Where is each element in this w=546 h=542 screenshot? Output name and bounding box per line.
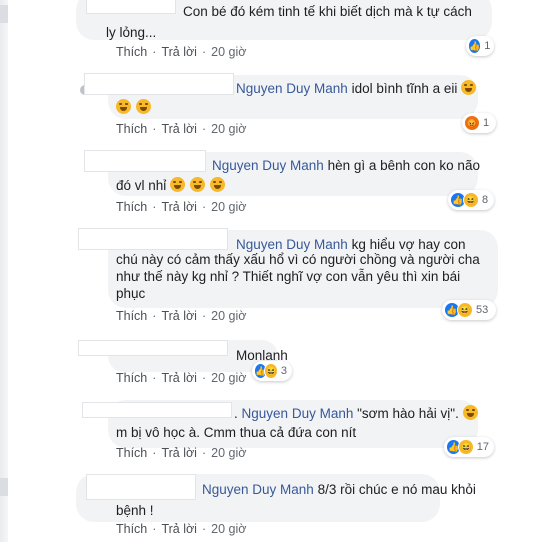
- timestamp[interactable]: 20 giờ: [211, 45, 246, 59]
- commenter-name[interactable]: Nguyen Duy Manh: [236, 81, 348, 96]
- comment-actions: Thích · Trả lời · 20 giờ: [116, 371, 247, 385]
- comment-actions: Thích · Trả lời · 20 giờ: [116, 309, 247, 323]
- laughing-emoji: [461, 80, 477, 95]
- commenter-name[interactable]: Nguyen Duy Manh: [202, 482, 314, 497]
- like-link[interactable]: Thích: [116, 309, 147, 323]
- haha-icon: 😆: [463, 192, 479, 208]
- reply-link[interactable]: Trả lời: [161, 446, 197, 460]
- like-link[interactable]: Thích: [116, 371, 147, 385]
- redacted-name: [86, 474, 196, 500]
- comment-text-line: "sơm hào hải vị".: [357, 406, 459, 421]
- comment-bubble: Nguyen Duy Manh 8/3 rồi chúc e nó mau kh…: [76, 474, 476, 522]
- grin-emoji: [209, 177, 225, 192]
- like-link[interactable]: Thích: [116, 446, 147, 460]
- comment-actions: Thích · Trả lời · 20 giờ: [116, 522, 247, 536]
- redacted-name: [86, 0, 176, 14]
- reaction-summary[interactable]: 👍 😆 17: [444, 437, 494, 457]
- like-link[interactable]: Thích: [116, 122, 147, 136]
- haha-icon: 😆: [458, 439, 474, 455]
- reaction-summary[interactable]: 😡 1: [462, 113, 496, 133]
- comment-text-line: m bị vô học à. Cmm thua cả đứa con nít: [116, 425, 357, 440]
- comment-text-line: Con bé đó kém tinh tế khi biết dịch mà k…: [183, 4, 472, 19]
- like-icon: 👍: [468, 38, 482, 54]
- reaction-summary[interactable]: 👍 😆 53: [442, 300, 496, 320]
- haha-icon: 😆: [264, 363, 278, 379]
- name-prefix: .: [234, 406, 238, 421]
- comment-actions: Thích · Trả lời · 20 giờ: [116, 45, 247, 59]
- comment-bubble: . Nguyen Duy Manh "sơm hào hải vị". m bị…: [82, 400, 478, 448]
- commenter-name[interactable]: Nguyen Duy Manh: [242, 406, 354, 421]
- redacted-name: [84, 150, 206, 172]
- timestamp[interactable]: 20 giờ: [211, 200, 246, 214]
- comment-bubble: Nguyen Duy Manh hèn gì a bênh con ko não…: [84, 150, 480, 196]
- reply-link[interactable]: Trả lời: [161, 45, 197, 59]
- redacted-name: [78, 228, 228, 250]
- comment-text-line: bệnh !: [116, 503, 154, 518]
- comment-text-line: đó vl nhỉ: [116, 178, 167, 193]
- like-link[interactable]: Thích: [116, 200, 147, 214]
- comment-text-line: hèn gì a bênh con ko não: [327, 158, 480, 173]
- comment-actions: Thích · Trả lời · 20 giờ: [116, 446, 247, 460]
- reaction-summary[interactable]: 👍 😆 3: [252, 361, 292, 381]
- grin-emoji: [189, 177, 205, 192]
- comment-bubble: Nguyen Duy Manh kg hiểu vợ hay con chú n…: [78, 228, 498, 308]
- left-edge-bar: [0, 0, 8, 542]
- comment-text-line: như thế này kg nhỉ ? Thiết nghĩ vợ con v…: [116, 269, 461, 284]
- laughing-emoji: [462, 405, 478, 420]
- emoji-line: [116, 97, 152, 118]
- haha-icon: 😆: [457, 302, 473, 318]
- comment-text-line: idol bình tĩnh a eii: [351, 81, 458, 96]
- comment-actions: Thích · Trả lời · 20 giờ: [116, 200, 247, 214]
- reply-link[interactable]: Trả lời: [161, 122, 197, 136]
- timestamp[interactable]: 20 giờ: [211, 309, 246, 323]
- edge-notch: [0, 478, 8, 496]
- comment-text-line: phục: [116, 286, 146, 301]
- like-link[interactable]: Thích: [116, 522, 147, 536]
- timestamp[interactable]: 20 giờ: [211, 522, 246, 536]
- redacted-name: [82, 402, 232, 418]
- timestamp[interactable]: 20 giờ: [211, 446, 246, 460]
- like-link[interactable]: Thích: [116, 45, 147, 59]
- comment-bubble: Con bé đó kém tinh tế khi biết dịch mà k…: [76, 0, 492, 40]
- comment-actions: Thích · Trả lời · 20 giờ: [116, 122, 247, 136]
- comment-bubble: Nguyen Duy Manh idol bình tĩnh a eii: [84, 73, 478, 119]
- grin-emoji: [170, 177, 186, 192]
- timestamp[interactable]: 20 giờ: [211, 122, 246, 136]
- redacted-name: [78, 340, 228, 356]
- edge-notch: [0, 5, 8, 23]
- reply-link[interactable]: Trả lời: [161, 200, 197, 214]
- redacted-name: [84, 73, 234, 95]
- reply-link[interactable]: Trả lời: [161, 522, 197, 536]
- laughing-emoji: [135, 99, 151, 114]
- laughing-emoji: [116, 99, 131, 114]
- commenter-name[interactable]: Nguyen Duy Manh: [212, 158, 324, 173]
- reaction-summary[interactable]: 👍 1: [466, 36, 494, 56]
- timestamp[interactable]: 20 giờ: [211, 371, 246, 385]
- reply-link[interactable]: Trả lời: [161, 371, 197, 385]
- angry-icon: 😡: [464, 115, 480, 131]
- reply-link[interactable]: Trả lời: [161, 309, 197, 323]
- reaction-summary[interactable]: 👍 😆 8: [448, 190, 494, 210]
- comment-text-line: 8/3 rồi chúc e nó mau khỏi: [317, 482, 476, 497]
- comment-text-line: ly lỏng...: [106, 25, 157, 40]
